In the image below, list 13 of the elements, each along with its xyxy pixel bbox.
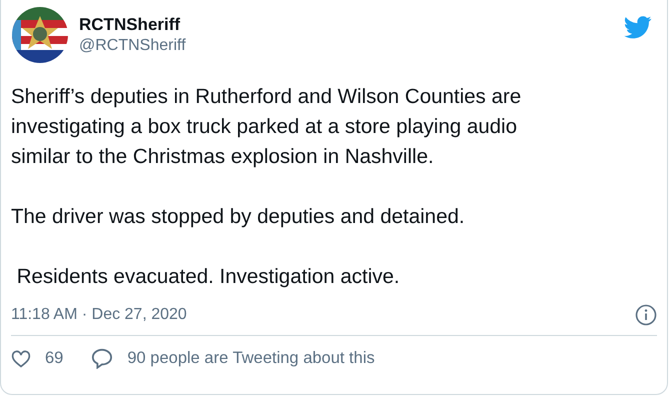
- tweet-text: Sheriff’s deputies in Rutherford and Wilson Counties are investigating a box truck parked at a store playing audio similar to the Christmas explosion in Nashville.: [11, 84, 522, 170]
- heart-icon: [11, 349, 31, 368]
- tweet-text: The driver was stopped by deputies and detained.: [11, 204, 466, 230]
- tweet-timestamp[interactable]: 11:18 AM · Dec 27, 2020: [11, 306, 187, 324]
- author-handle: @RCTNSheriff: [79, 37, 187, 55]
- author-name: RCTNSheriff: [79, 15, 182, 35]
- info-icon[interactable]: [635, 304, 657, 326]
- speech-bubble-icon: [91, 348, 114, 369]
- tweeting-about-link[interactable]: 90 people are Tweeting about this: [91, 348, 375, 369]
- tweet-text: Residents evacuated. Investigation active.: [16, 264, 401, 290]
- avatar-badge-icon: [11, 6, 69, 64]
- like-count-link[interactable]: 69: [11, 349, 64, 368]
- bird-logo-icon[interactable]: [624, 16, 652, 39]
